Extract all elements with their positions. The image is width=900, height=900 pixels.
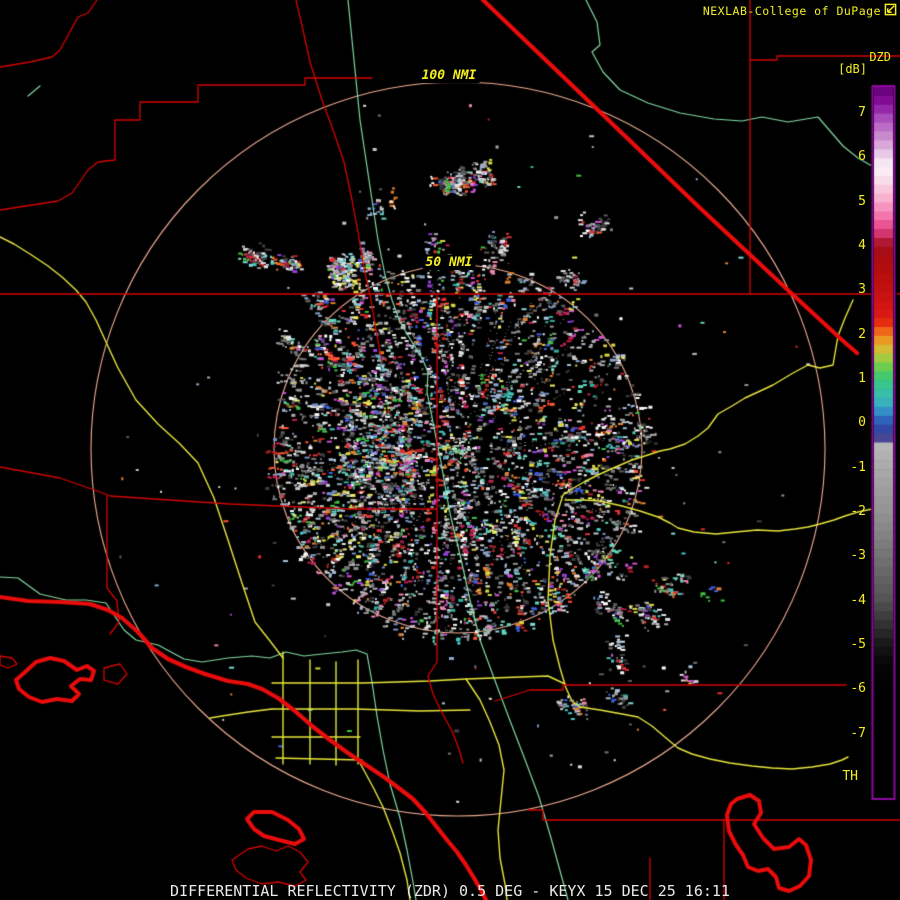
colorbar-tick: 4 (858, 237, 866, 253)
radar-display: NEXLAB-College of DuPage DZD [dB] 7 6 5 4 3 2… (0, 0, 900, 900)
attribution-text: NEXLAB-College of DuPage (702, 4, 881, 18)
colorbar-tick: -5 (850, 636, 866, 652)
colorbar-tick: -3 (850, 548, 866, 564)
colorbar-tick: -7 (850, 725, 866, 741)
colorbar-tick: 0 (858, 415, 866, 431)
colorbar-tick: 1 (858, 370, 866, 386)
colorbar-title: DZD (869, 50, 891, 64)
radar-map-canvas (0, 0, 900, 900)
caption: DIFFERENTIAL REFLECTIVITY (ZDR) 0.5 DEG … (170, 882, 730, 900)
colorbar-tick: 5 (858, 193, 866, 209)
colorbar-tick: 3 (858, 282, 866, 298)
colorbar-tick: -2 (850, 503, 866, 519)
college-logo-icon (884, 3, 897, 16)
colorbar-tick: 7 (858, 105, 866, 120)
colorbar-tick: -4 (850, 592, 866, 608)
colorbar-units: [dB] (838, 62, 867, 76)
ring-label-100nmi: 100 NMI (418, 68, 480, 83)
colorbar-tick: 6 (858, 149, 866, 165)
colorbar-threshold-label: TH (842, 769, 858, 784)
ring-label-50nmi: 50 NMI (422, 255, 476, 270)
colorbar-tick: -6 (850, 681, 866, 697)
colorbar-tick: 2 (858, 326, 866, 342)
colorbar-tick: -1 (850, 459, 866, 475)
